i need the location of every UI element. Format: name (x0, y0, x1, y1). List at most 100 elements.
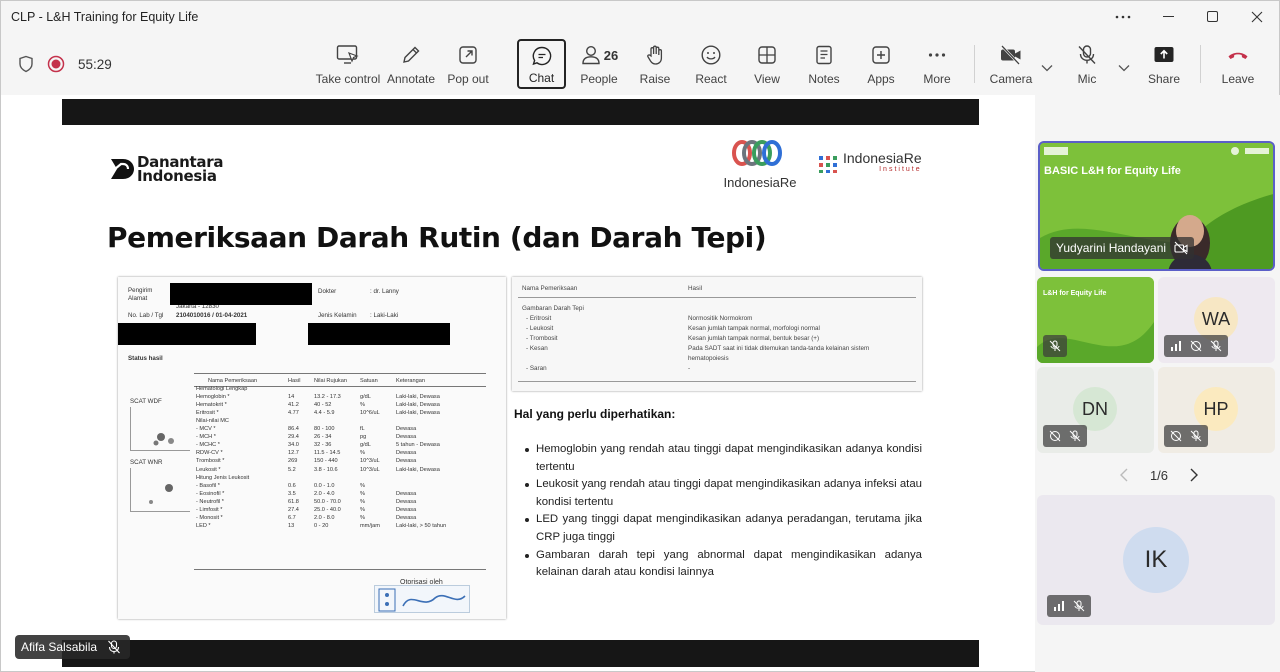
raise-hand-button[interactable]: Raise (637, 39, 673, 91)
lab-table-cell (358, 385, 394, 393)
lab-table-cell: Laki-laki, > 50 tahun (396, 522, 447, 529)
lab-results-table: Nama Pemeriksaan Hasil Nilai Rujukan Satuan… (194, 377, 474, 530)
darah-tepi-label: - Leukosit (526, 325, 554, 332)
lab-table-cell: Laki-laki, Dewasa (396, 410, 440, 417)
lab-table-cell (286, 385, 312, 393)
lab-table-cell: 0 - 20 (314, 522, 329, 529)
mic-options-chevron-icon[interactable] (1118, 59, 1130, 77)
danantara-mark-icon (111, 159, 134, 179)
redaction-block (170, 283, 312, 305)
gallery-pager: 1/6 (1119, 465, 1199, 485)
people-icon (582, 45, 600, 65)
participant-tile-ik[interactable]: IK (1037, 495, 1275, 625)
lab-table-cell: 5.2 (288, 466, 296, 473)
tile-status-bar (1164, 335, 1228, 357)
share-button[interactable]: Share (1145, 39, 1183, 91)
hang-up-icon (1228, 52, 1248, 59)
annotate-button[interactable]: Annotate (385, 39, 437, 91)
people-button[interactable]: 26 People (577, 39, 621, 91)
lab-table-cell: Nilai-nilai MC (196, 418, 229, 425)
lab-table-cell (286, 417, 312, 425)
smiley-icon (701, 45, 721, 65)
lab-table-cell: 25.0 - 40.0 (314, 506, 341, 513)
share-screen-icon (1154, 47, 1174, 62)
camera-off-icon (1190, 340, 1202, 352)
lab-table-cell: % (360, 450, 365, 457)
chevron-left-icon[interactable] (1119, 468, 1129, 482)
react-button[interactable]: React (693, 39, 729, 91)
darah-tepi-value: Kesan jumlah tampak normal, morfologi no… (688, 325, 820, 332)
add-app-icon (872, 46, 890, 64)
lab-table-cell: 10^6/uL (360, 410, 380, 417)
signal-icon (1171, 341, 1181, 351)
notes-button[interactable]: Notes (805, 39, 843, 91)
darah-tepi-label: - Trombosit (526, 335, 558, 342)
lab-table-cell: - Eosinofil * (196, 490, 225, 497)
lab-table-cell: 13 (288, 522, 295, 529)
participant-tile-wa[interactable]: WA (1158, 277, 1275, 363)
participant-tile-slide[interactable]: L&H for Equity Life (1037, 277, 1154, 363)
lab-table-row: - MCH * 29.4 26 - 34 pg Dewasa (194, 433, 474, 441)
participant-tile-hp[interactable]: HP (1158, 367, 1275, 453)
camera-options-chevron-icon[interactable] (1041, 59, 1053, 77)
lab-table-cell: 41.2 (288, 402, 299, 409)
take-control-button[interactable]: Take control (315, 39, 381, 91)
lab-table-cell: Eritrosit * (196, 410, 219, 417)
bullet-item: Hemoglobin yang rendah atau tinggi dapat… (524, 441, 922, 476)
lab-table-row: Hitung Jenis Leukosit (194, 474, 474, 482)
lab-table-cell: g/dL (360, 394, 371, 401)
lab-table-cell: Dewasa (396, 506, 417, 513)
darah-tepi-label: - Kesan (526, 345, 548, 352)
lab-table-row: - Monosit * 6.7 2.0 - 8.0% Dewasa (194, 514, 474, 522)
lab-table-cell (286, 474, 312, 482)
camera-button[interactable]: Camera (989, 39, 1033, 91)
chevron-right-icon[interactable] (1189, 468, 1199, 482)
lab-table-cell: 80 - 100 (314, 426, 335, 433)
view-button[interactable]: View (749, 39, 785, 91)
apps-button[interactable]: Apps (863, 39, 899, 91)
lab-table-cell: 2.0 - 8.0 (314, 514, 335, 521)
tile-status-bar (1164, 425, 1208, 447)
indonesiare-rings-icon (732, 140, 782, 166)
darah-tepi-label: - Saran (526, 365, 547, 372)
lab-table-header: Satuan (360, 378, 378, 384)
participant-tile-dn[interactable]: DN (1037, 367, 1154, 453)
more-button[interactable]: More (919, 39, 955, 91)
scattergram-wdf (130, 407, 190, 451)
pop-out-button[interactable]: Pop out (444, 39, 492, 91)
close-button[interactable] (1235, 1, 1279, 33)
people-count: 26 (603, 47, 619, 63)
mic-button[interactable]: Mic (1071, 39, 1103, 91)
mic-off-icon (1073, 600, 1085, 612)
featured-participant-tile[interactable]: BASIC L&H for Equity Life Yudyarini Hand… (1038, 141, 1275, 271)
lab-table-cell (394, 385, 474, 393)
lab-table-cell: 12.7 (288, 450, 299, 457)
lab-table-cell: 40 - 52 (314, 402, 332, 409)
lab-table-cell: g/dL (360, 442, 371, 449)
lab-table-cell: Hematokrit * (196, 402, 227, 409)
lab-table-cell: LED * (196, 522, 211, 529)
featured-slide-title: BASIC L&H for Equity Life (1044, 165, 1181, 177)
lab-table-row: LED * 13 0 - 20 mm/jam Laki-laki, > 50 tahun (194, 522, 474, 530)
lab-table-row: - MCV * 86.4 80 - 100 fL Dewasa (194, 425, 474, 433)
maximize-button[interactable] (1191, 1, 1235, 33)
close-icon (1251, 11, 1263, 23)
raise-hand-icon (647, 45, 663, 65)
minimize-button[interactable] (1147, 1, 1191, 33)
lab-table-cell: 0.0 - 1.0 (314, 482, 335, 489)
lab-table-row: - Eosinofil * 3.5 2.0 - 4.0% Dewasa (194, 490, 474, 498)
lab-table-cell: % (360, 482, 365, 489)
pen-icon (403, 46, 420, 63)
lab-table-cell (394, 474, 474, 482)
lab-table-cell: 2.0 - 4.0 (314, 490, 335, 497)
more-options-button[interactable] (1101, 1, 1145, 33)
notes-bullet-list: Hemoglobin yang rendah atau tinggi dapat… (524, 441, 922, 582)
lab-table-cell: 3.8 - 10.6 (314, 466, 338, 473)
leave-button[interactable]: Leave (1219, 39, 1257, 91)
lab-table-row: Nilai-nilai MC (194, 417, 474, 425)
slide-title: Pemeriksaan Darah Rutin (dan Darah Tepi) (107, 221, 767, 254)
bullet-item: Gambaran darah tepi yang abnormal dapat … (524, 547, 922, 582)
darah-tepi-value: Kesan jumlah tampak normal, bentuk besar… (688, 335, 820, 342)
chat-button[interactable]: Chat (517, 39, 566, 89)
mic-off-icon (1210, 340, 1222, 352)
